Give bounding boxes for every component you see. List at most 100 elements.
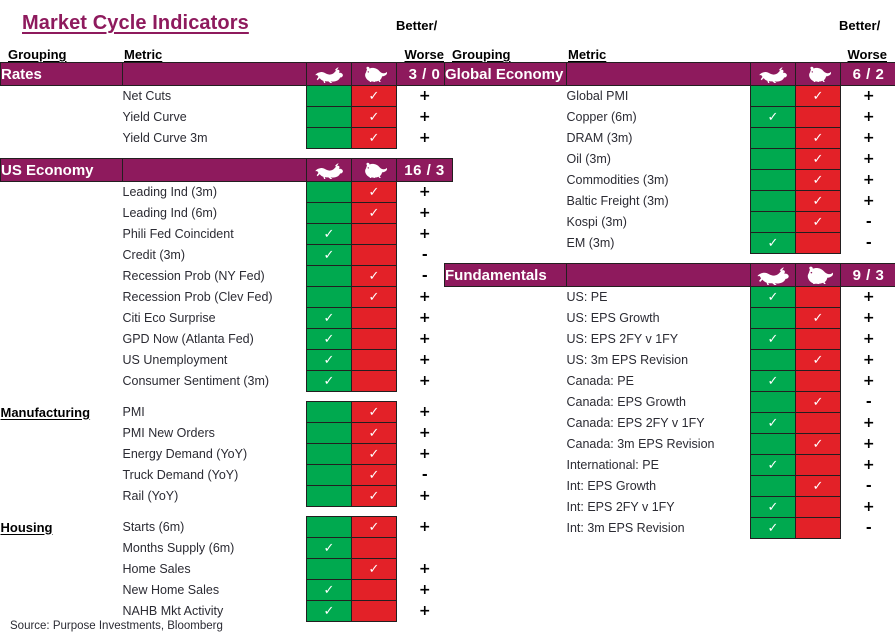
bear-cell[interactable]: ✓	[795, 349, 841, 371]
bear-cell[interactable]: ✓	[351, 485, 397, 507]
table-row: Phili Fed Coincident ✓ +	[1, 223, 453, 245]
bull-cell[interactable]	[750, 190, 796, 212]
bear-cell[interactable]: ✓	[351, 127, 397, 149]
bear-cell[interactable]: ✓	[351, 85, 397, 107]
table-row: Canada: 3m EPS Revision ✓ +	[445, 433, 895, 455]
bear-cell[interactable]: ✓	[351, 202, 397, 224]
bear-cell[interactable]	[795, 328, 841, 350]
bear-cell[interactable]: ✓	[351, 558, 397, 580]
bull-cell[interactable]	[750, 391, 796, 413]
metric-label: Int: 3m EPS Revision	[566, 521, 685, 535]
bull-cell[interactable]	[306, 202, 352, 224]
bear-cell[interactable]: ✓	[795, 211, 841, 233]
bull-cell[interactable]: ✓	[750, 496, 796, 518]
trend-indicator: +	[418, 603, 431, 619]
bear-cell[interactable]: ✓	[795, 190, 841, 212]
bull-cell[interactable]	[306, 558, 352, 580]
bull-cell[interactable]: ✓	[750, 370, 796, 392]
bull-cell[interactable]	[306, 106, 352, 128]
bear-cell[interactable]	[795, 370, 841, 392]
bear-cell[interactable]	[351, 307, 397, 329]
metric-label: Starts (6m)	[122, 520, 185, 534]
bull-cell[interactable]: ✓	[750, 286, 796, 308]
group-label-empty	[445, 350, 567, 371]
bear-cell[interactable]	[795, 232, 841, 254]
bear-cell[interactable]: ✓	[795, 391, 841, 413]
bull-cell[interactable]	[750, 169, 796, 191]
bear-cell[interactable]: ✓	[795, 307, 841, 329]
bear-cell[interactable]: ✓	[351, 422, 397, 444]
check-icon: ✓	[368, 184, 380, 200]
bear-cell[interactable]	[351, 349, 397, 371]
table-row: Canada: EPS Growth ✓ -	[445, 391, 895, 413]
bear-cell[interactable]	[351, 328, 397, 350]
bull-cell[interactable]: ✓	[750, 517, 796, 539]
bull-cell[interactable]	[750, 475, 796, 497]
bull-cell[interactable]: ✓	[306, 349, 352, 371]
bull-cell[interactable]: ✓	[750, 106, 796, 128]
bear-cell[interactable]	[795, 412, 841, 434]
bear-cell[interactable]	[795, 496, 841, 518]
bull-cell[interactable]	[750, 307, 796, 329]
bull-cell[interactable]	[306, 516, 352, 538]
bull-cell[interactable]	[306, 485, 352, 507]
bear-cell[interactable]	[351, 223, 397, 245]
bull-cell[interactable]	[750, 127, 796, 149]
bull-cell[interactable]: ✓	[306, 223, 352, 245]
bull-cell[interactable]	[306, 265, 352, 287]
bear-cell[interactable]: ✓	[795, 85, 841, 107]
bull-cell[interactable]	[306, 422, 352, 444]
bull-cell[interactable]	[306, 181, 352, 203]
bull-cell[interactable]	[306, 401, 352, 423]
bull-cell[interactable]	[306, 464, 352, 486]
bear-cell[interactable]: ✓	[351, 443, 397, 465]
bear-cell[interactable]	[795, 286, 841, 308]
bear-cell[interactable]: ✓	[795, 433, 841, 455]
bull-cell[interactable]	[750, 433, 796, 455]
bull-cell[interactable]	[306, 443, 352, 465]
bull-cell[interactable]	[306, 286, 352, 308]
bear-cell[interactable]: ✓	[795, 169, 841, 191]
bear-cell[interactable]	[795, 454, 841, 476]
bear-cell[interactable]: ✓	[351, 265, 397, 287]
bull-cell[interactable]	[306, 85, 352, 107]
bull-cell[interactable]: ✓	[750, 412, 796, 434]
bull-cell[interactable]: ✓	[750, 232, 796, 254]
bear-cell[interactable]	[351, 600, 397, 622]
bear-cell[interactable]: ✓	[351, 106, 397, 128]
bull-cell[interactable]: ✓	[306, 579, 352, 601]
check-icon: ✓	[323, 603, 335, 619]
bull-cell[interactable]	[750, 85, 796, 107]
bull-cell[interactable]: ✓	[306, 537, 352, 559]
bull-cell[interactable]	[750, 349, 796, 371]
bear-cell[interactable]: ✓	[795, 148, 841, 170]
bear-cell[interactable]: ✓	[351, 401, 397, 423]
group-label-empty	[1, 486, 123, 507]
bear-cell[interactable]: ✓	[795, 127, 841, 149]
metric-label: Copper (6m)	[566, 110, 637, 124]
bear-cell[interactable]: ✓	[351, 181, 397, 203]
metric-label: Truck Demand (YoY)	[122, 468, 239, 482]
bull-cell[interactable]: ✓	[306, 328, 352, 350]
bear-cell[interactable]: ✓	[351, 286, 397, 308]
bear-cell[interactable]: ✓	[351, 516, 397, 538]
bear-cell[interactable]: ✓	[795, 475, 841, 497]
bear-cell[interactable]	[351, 370, 397, 392]
bear-cell[interactable]	[795, 106, 841, 128]
bear-cell[interactable]	[351, 537, 397, 559]
bull-cell[interactable]	[750, 211, 796, 233]
trend-indicator: +	[418, 561, 431, 577]
bull-cell[interactable]: ✓	[750, 454, 796, 476]
group-label-empty	[445, 497, 567, 518]
bear-cell[interactable]	[351, 244, 397, 266]
bull-cell[interactable]: ✓	[306, 600, 352, 622]
bull-cell[interactable]: ✓	[306, 244, 352, 266]
bull-cell[interactable]	[306, 127, 352, 149]
bull-cell[interactable]: ✓	[306, 307, 352, 329]
bull-cell[interactable]	[750, 148, 796, 170]
bear-cell[interactable]	[795, 517, 841, 539]
bull-cell[interactable]: ✓	[306, 370, 352, 392]
bull-cell[interactable]: ✓	[750, 328, 796, 350]
bear-cell[interactable]	[351, 579, 397, 601]
bear-cell[interactable]: ✓	[351, 464, 397, 486]
